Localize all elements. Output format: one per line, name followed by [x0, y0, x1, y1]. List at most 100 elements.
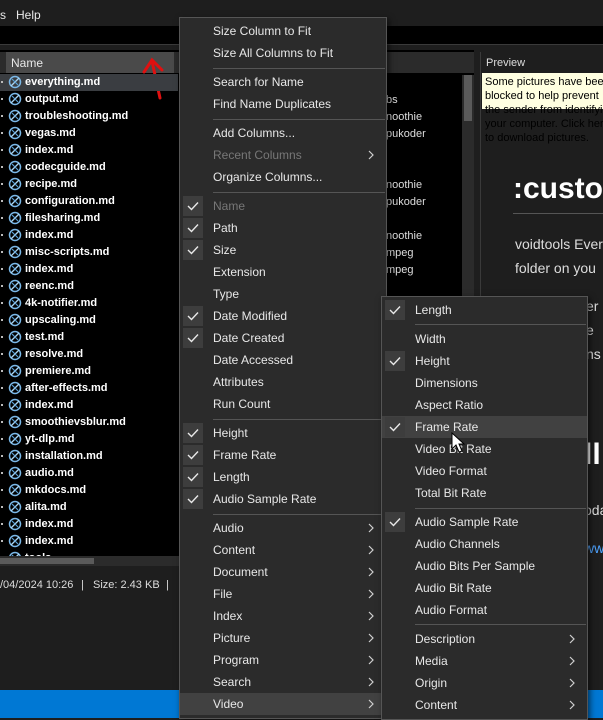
context-menu-item-search[interactable]: Search	[180, 671, 386, 693]
menu-item-label: Width	[415, 332, 446, 346]
video-menu-item-audio-channels[interactable]: Audio Channels	[382, 533, 587, 555]
file-row[interactable]: filesharing.md	[0, 210, 178, 227]
context-menu-item-audio-sample-rate[interactable]: Audio Sample Rate	[180, 488, 386, 510]
status-separator: |	[81, 579, 84, 591]
file-row[interactable]: resolve.md	[0, 346, 178, 363]
context-menu-item-date-created[interactable]: Date Created	[180, 327, 386, 349]
file-row[interactable]: upscaling.md	[0, 312, 178, 329]
menu-item-label: Audio	[213, 521, 244, 535]
menu-item-label: Dimensions	[415, 376, 478, 390]
context-menu-item-attributes[interactable]: Attributes	[180, 371, 386, 393]
context-menu-item-organize-columns[interactable]: Organize Columns...	[180, 166, 386, 188]
video-menu-item-frame-rate[interactable]: Frame Rate	[382, 416, 587, 438]
video-menu-item-origin[interactable]: Origin	[382, 672, 587, 694]
menu-item-label: Size All Columns to Fit	[213, 46, 334, 60]
context-menu-item-index[interactable]: Index	[180, 605, 386, 627]
video-menu-item-dimensions[interactable]: Dimensions	[382, 372, 587, 394]
file-name: installation.md	[25, 450, 103, 462]
row-marker	[1, 438, 3, 440]
blocked-pictures-notice[interactable]: Some pictures have been blocked to help …	[482, 73, 603, 144]
menu-item-label: Video	[213, 697, 244, 711]
file-row[interactable]: configuration.md	[0, 193, 178, 210]
vertical-scroll-thumb[interactable]	[464, 75, 472, 121]
video-menu-item-audio-format[interactable]: Audio Format	[382, 599, 587, 621]
file-row[interactable]: everything.md	[0, 74, 178, 91]
context-menu-item-add-columns[interactable]: Add Columns...	[180, 122, 386, 144]
context-menu-item-video[interactable]: Video	[180, 693, 386, 715]
file-row[interactable]: premiere.md	[0, 363, 178, 380]
video-menu-item-description[interactable]: Description	[382, 628, 587, 650]
row-marker	[1, 489, 3, 491]
context-menu-item-program[interactable]: Program	[180, 649, 386, 671]
file-row[interactable]: index.md	[0, 397, 178, 414]
menu-item-label: Type	[213, 287, 240, 301]
context-menu-item-frame-rate[interactable]: Frame Rate	[180, 444, 386, 466]
file-row[interactable]: audio.md	[0, 465, 178, 482]
file-row[interactable]: index.md	[0, 227, 178, 244]
file-row[interactable]: recipe.md	[0, 176, 178, 193]
preview-heading: :custom	[513, 172, 603, 205]
video-menu-item-media[interactable]: Media	[382, 650, 587, 672]
file-row[interactable]: reenc.md	[0, 278, 178, 295]
menu-item-label: Content	[415, 698, 458, 712]
markdown-file-icon	[8, 415, 22, 429]
context-menu-item-recent-columns: Recent Columns	[180, 144, 386, 166]
context-menu-item-size-column-to-fit[interactable]: Size Column to Fit	[180, 20, 386, 42]
video-menu-item-video-bit-rate[interactable]: Video Bit Rate	[382, 438, 587, 460]
context-menu-item-type[interactable]: Type	[180, 283, 386, 305]
file-row[interactable]: troubleshooting.md	[0, 108, 178, 125]
context-menu-item-find-name-duplicates[interactable]: Find Name Duplicates	[180, 93, 386, 115]
file-row[interactable]: index.md	[0, 261, 178, 278]
context-menu-item-document[interactable]: Document	[180, 561, 386, 583]
context-menu-item-audio[interactable]: Audio	[180, 517, 386, 539]
context-menu-item-content[interactable]: Content	[180, 539, 386, 561]
file-row[interactable]: index.md	[0, 533, 178, 550]
context-menu-item-height[interactable]: Height	[180, 422, 386, 444]
file-row[interactable]: index.md	[0, 516, 178, 533]
file-row[interactable]: installation.md	[0, 448, 178, 465]
file-row[interactable]: alita.md	[0, 499, 178, 516]
context-menu-item-path[interactable]: Path	[180, 217, 386, 239]
context-menu-item-size-all-columns-to-fit[interactable]: Size All Columns to Fit	[180, 42, 386, 64]
context-menu-item-date-accessed[interactable]: Date Accessed	[180, 349, 386, 371]
video-menu-item-aspect-ratio[interactable]: Aspect Ratio	[382, 394, 587, 416]
menu-item-label: Frame Rate	[213, 448, 277, 462]
context-menu-item-run-count[interactable]: Run Count	[180, 393, 386, 415]
file-row[interactable]: yt-dlp.md	[0, 431, 178, 448]
video-menu-item-content[interactable]: Content	[382, 694, 587, 716]
menu-partial-item[interactable]: s	[0, 8, 6, 22]
file-row[interactable]: test.md	[0, 329, 178, 346]
markdown-file-icon	[8, 364, 22, 378]
menu-item-label: Index	[213, 609, 243, 623]
file-name: recipe.md	[25, 178, 77, 190]
video-menu-item-total-bit-rate[interactable]: Total Bit Rate	[382, 482, 587, 504]
video-menu-item-audio-bit-rate[interactable]: Audio Bit Rate	[382, 577, 587, 599]
context-menu-item-search-for-name[interactable]: Search for Name	[180, 71, 386, 93]
video-menu-item-audio-sample-rate[interactable]: Audio Sample Rate	[382, 511, 587, 533]
context-menu-item-size[interactable]: Size	[180, 239, 386, 261]
video-menu-item-height[interactable]: Height	[382, 350, 587, 372]
context-menu-item-file[interactable]: File	[180, 583, 386, 605]
context-menu-item-date-modified[interactable]: Date Modified	[180, 305, 386, 327]
file-row[interactable]: mkdocs.md	[0, 482, 178, 499]
context-menu-item-length[interactable]: Length	[180, 466, 386, 488]
context-menu-item-picture[interactable]: Picture	[180, 627, 386, 649]
horizontal-scroll-thumb[interactable]	[0, 558, 94, 564]
video-menu-item-video-format[interactable]: Video Format	[382, 460, 587, 482]
file-row[interactable]: index.md	[0, 142, 178, 159]
file-row[interactable]: 4k-notifier.md	[0, 295, 178, 312]
file-row[interactable]: output.md	[0, 91, 178, 108]
file-row[interactable]: misc-scripts.md	[0, 244, 178, 261]
file-row[interactable]: vegas.md	[0, 125, 178, 142]
menu-item-label: Video Format	[415, 464, 487, 478]
row-marker	[1, 132, 3, 134]
video-menu-item-audio-bits-per-sample[interactable]: Audio Bits Per Sample	[382, 555, 587, 577]
menu-help[interactable]: Help	[16, 8, 41, 22]
file-row[interactable]: after-effects.md	[0, 380, 178, 397]
video-menu-item-length[interactable]: Length	[382, 299, 587, 321]
context-menu-item-extension[interactable]: Extension	[180, 261, 386, 283]
file-row[interactable]: codecguide.md	[0, 159, 178, 176]
markdown-file-icon	[8, 262, 22, 276]
video-menu-item-width[interactable]: Width	[382, 328, 587, 350]
file-row[interactable]: smoothievsblur.md	[0, 414, 178, 431]
